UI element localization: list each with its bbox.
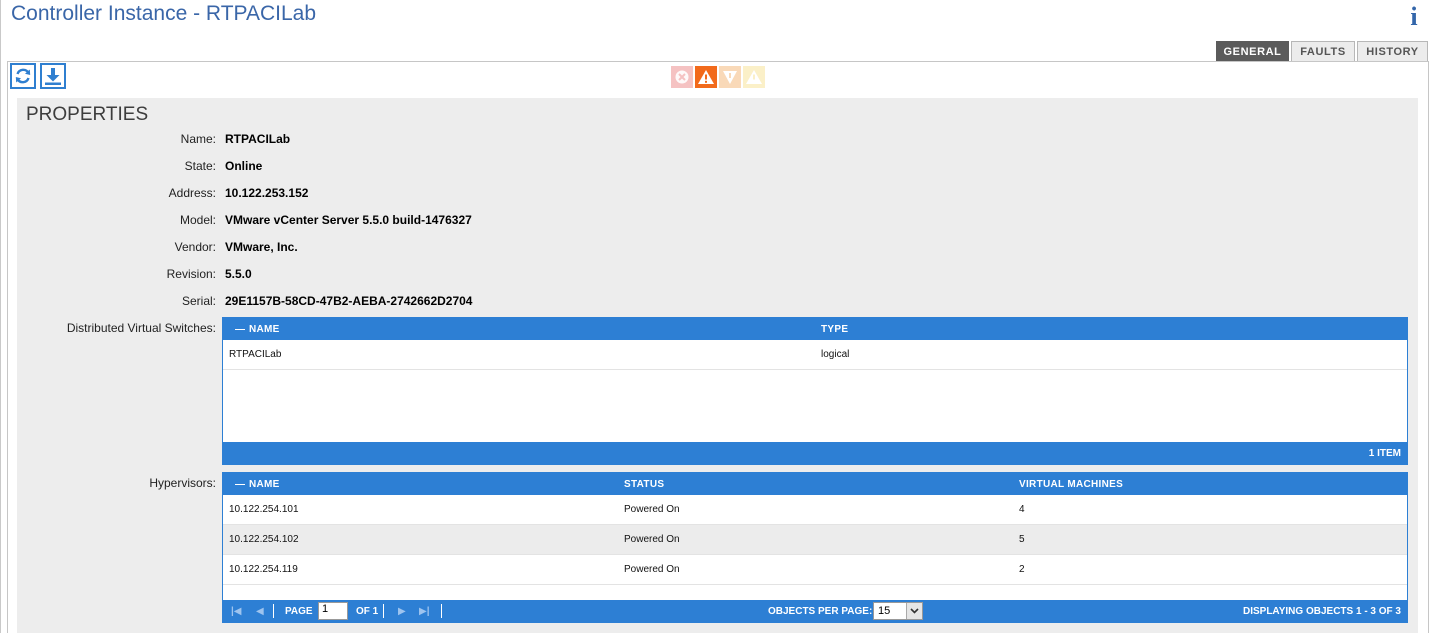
property-value: Online <box>225 159 263 173</box>
download-icon <box>45 68 61 85</box>
dvs-table: — NAME TYPE RTPACILab logical 1 ITEM <box>222 317 1408 465</box>
refresh-button[interactable] <box>10 63 36 89</box>
major-fault-icon[interactable] <box>695 66 717 88</box>
pager-divider <box>383 604 384 618</box>
properties-title: PROPERTIES <box>26 104 149 125</box>
page-title: Controller Instance - RTPACILab <box>11 2 317 25</box>
column-header-status[interactable]: STATUS <box>624 479 664 490</box>
info-icon[interactable]: i <box>1407 2 1421 32</box>
property-row-model: Model: VMware vCenter Server 5.5.0 build… <box>17 213 1017 227</box>
table-row[interactable]: 10.122.254.101 Powered On 4 <box>223 495 1407 525</box>
property-row-serial: Serial: 29E1157B-58CD-47B2-AEBA-2742662D… <box>17 294 1017 308</box>
cell-type: logical <box>821 349 850 360</box>
cell-status: Powered On <box>624 534 680 545</box>
table-row[interactable]: 10.122.254.119 Powered On 2 <box>223 555 1407 585</box>
property-value: 29E1157B-58CD-47B2-AEBA-2742662D2704 <box>225 294 473 308</box>
cell-name: RTPACILab <box>229 349 282 360</box>
property-value: VMware, Inc. <box>225 240 298 254</box>
property-row-name: Name: RTPACILab <box>17 132 1017 146</box>
page-number-input[interactable]: 1 <box>318 602 348 620</box>
property-row-state: State: Online <box>17 159 1017 173</box>
tab-bar: GENERAL FAULTS HISTORY <box>1216 41 1430 61</box>
table-footer: 1 ITEM <box>223 442 1407 464</box>
cell-vm-count: 2 <box>1019 564 1025 575</box>
minor-fault-icon[interactable] <box>719 66 741 88</box>
table-row[interactable]: RTPACILab logical <box>223 340 1407 370</box>
download-button[interactable] <box>40 63 66 89</box>
collapse-icon[interactable]: — <box>235 324 245 335</box>
property-label: Distributed Virtual Switches: <box>66 321 216 335</box>
tab-history[interactable]: HISTORY <box>1357 41 1428 61</box>
refresh-icon <box>15 68 31 84</box>
property-row-address: Address: 10.122.253.152 <box>17 186 1017 200</box>
property-value: RTPACILab <box>225 132 291 146</box>
cell-status: Powered On <box>624 504 680 515</box>
table-row[interactable]: 10.122.254.102 Powered On 5 <box>223 525 1407 555</box>
property-label: Hypervisors: <box>149 476 216 490</box>
displaying-objects-label: DISPLAYING OBJECTS 1 - 3 OF 3 <box>1242 606 1401 617</box>
collapse-icon[interactable]: — <box>235 479 245 490</box>
pager-divider <box>441 604 442 618</box>
table-header: — NAME STATUS VIRTUAL MACHINES <box>223 473 1407 495</box>
property-row-revision: Revision: 5.5.0 <box>17 267 1017 281</box>
column-header-name[interactable]: NAME <box>249 479 280 490</box>
table-header: — NAME TYPE <box>223 318 1407 340</box>
prev-page-icon[interactable]: ◀ <box>256 606 264 617</box>
item-count: 1 ITEM <box>1368 448 1401 459</box>
per-page-value: 15 <box>878 605 891 617</box>
property-row-vendor: Vendor: VMware, Inc. <box>17 240 1017 254</box>
pager-divider <box>273 604 274 618</box>
cell-name: 10.122.254.119 <box>229 564 298 575</box>
objects-per-page-select[interactable]: 15 <box>873 602 923 620</box>
fault-summary <box>671 66 767 88</box>
first-page-icon[interactable]: |◀ <box>231 606 242 617</box>
cell-vm-count: 5 <box>1019 534 1025 545</box>
cell-name: 10.122.254.102 <box>229 534 299 545</box>
column-header-virtual-machines[interactable]: VIRTUAL MACHINES <box>1019 479 1123 490</box>
table-pager: |◀ ◀ PAGE 1 OF 1 ▶ ▶| OBJECTS PER PAGE: … <box>223 600 1407 622</box>
property-label: Revision: <box>166 267 216 281</box>
column-header-name[interactable]: NAME <box>249 324 280 335</box>
last-page-icon[interactable]: ▶| <box>419 606 430 617</box>
tab-general[interactable]: GENERAL <box>1216 41 1289 61</box>
cell-vm-count: 4 <box>1019 504 1025 515</box>
cell-status: Powered On <box>624 564 680 575</box>
page-of-label: OF 1 <box>356 606 379 617</box>
column-header-type[interactable]: TYPE <box>821 324 848 335</box>
page-label: PAGE <box>285 606 313 617</box>
cell-name: 10.122.254.101 <box>229 504 299 515</box>
properties-panel: PROPERTIES Name: RTPACILab State: Online… <box>17 98 1418 633</box>
property-label: Name: <box>180 132 216 146</box>
property-label: Model: <box>179 213 216 227</box>
warning-fault-icon[interactable] <box>743 66 765 88</box>
property-value: 5.5.0 <box>225 267 252 281</box>
property-label: Vendor: <box>174 240 216 254</box>
objects-per-page-label: OBJECTS PER PAGE: <box>768 606 873 617</box>
tab-faults[interactable]: FAULTS <box>1291 41 1355 61</box>
property-value: VMware vCenter Server 5.5.0 build-147632… <box>225 213 472 227</box>
property-label: Serial: <box>181 294 216 308</box>
property-value: 10.122.253.152 <box>225 186 309 200</box>
left-border <box>0 0 1 633</box>
chevron-down-icon <box>906 603 922 619</box>
property-label: State: <box>184 159 216 173</box>
hypervisors-table: — NAME STATUS VIRTUAL MACHINES 10.122.25… <box>222 472 1408 623</box>
critical-fault-icon[interactable] <box>671 66 693 88</box>
next-page-icon[interactable]: ▶ <box>398 606 406 617</box>
property-label: Address: <box>168 186 216 200</box>
